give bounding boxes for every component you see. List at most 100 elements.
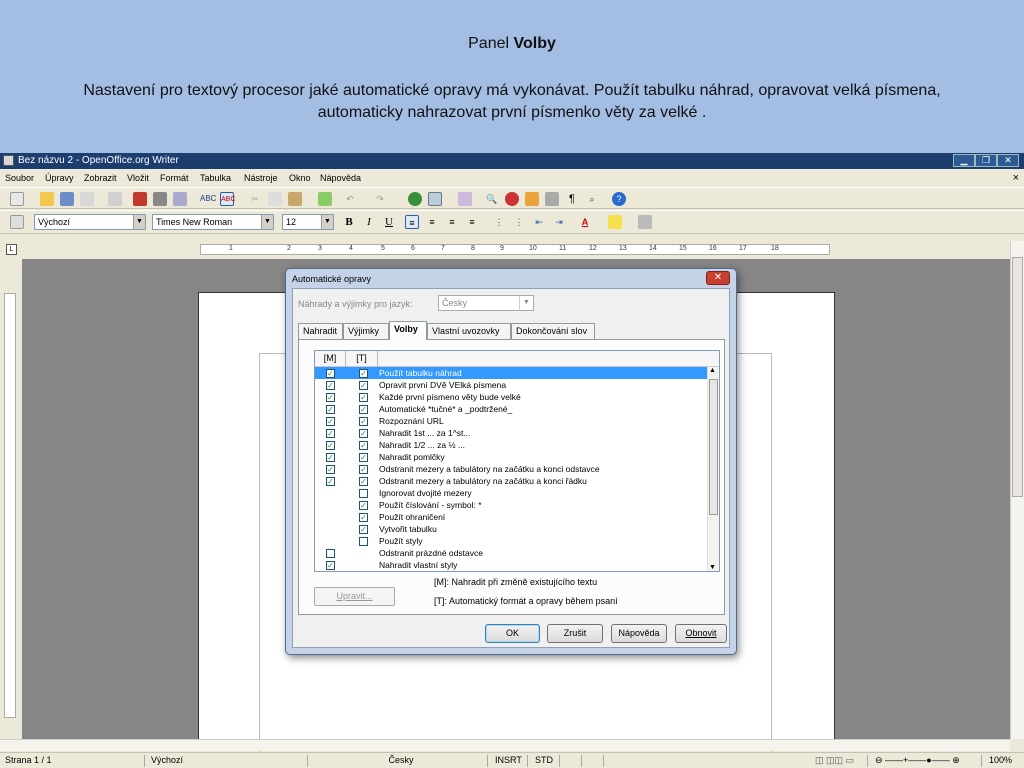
auto-spellcheck-icon[interactable]: ABC — [220, 192, 235, 206]
tab-vlastni-uvozovky[interactable]: Vlastní uvozovky — [427, 323, 511, 339]
checkbox-t[interactable]: ✓ — [359, 393, 368, 402]
copy-icon[interactable] — [268, 192, 282, 206]
page-preview-icon[interactable] — [173, 192, 187, 206]
checkbox-m[interactable]: ✓ — [326, 549, 335, 558]
highlight-icon[interactable] — [608, 215, 622, 229]
numbering-icon[interactable]: ⋮ — [492, 215, 506, 229]
option-row[interactable]: ✓ ✓ Nahradit 1/2 ... za ½ ... — [315, 439, 707, 451]
option-row[interactable]: ✓ ✓ Použít tabulku náhrad — [315, 367, 707, 379]
checkbox-m[interactable]: ✓ — [326, 417, 335, 426]
help-button[interactable]: Nápověda — [611, 624, 667, 643]
checkbox-t[interactable]: ✓ — [359, 417, 368, 426]
checkbox-m[interactable]: ✓ — [326, 465, 335, 474]
data-sources-icon[interactable] — [545, 192, 559, 206]
menu-napoveda[interactable]: Nápověda — [320, 173, 361, 183]
hyperlink-icon[interactable] — [408, 192, 422, 206]
zoom-icon[interactable]: ⌕ — [585, 192, 599, 206]
status-language[interactable]: Česky — [312, 755, 488, 767]
option-row[interactable]: ✓ ✓ Rozpoznání URL — [315, 415, 707, 427]
option-row[interactable]: ✓ Použít styly — [315, 535, 707, 547]
close-window-button[interactable]: ✕ — [997, 154, 1019, 167]
bold-icon[interactable]: B — [342, 215, 356, 229]
chevron-down-icon[interactable]: ▼ — [261, 215, 273, 229]
export-pdf-icon[interactable] — [133, 192, 147, 206]
chevron-down-icon[interactable]: ▼ — [519, 296, 533, 310]
help-icon[interactable]: ? — [612, 192, 626, 206]
option-row[interactable]: ✓ Použít číslování - symbol: * — [315, 499, 707, 511]
maximize-button[interactable]: ❐ — [975, 154, 997, 167]
close-document-icon[interactable]: × — [1013, 172, 1019, 184]
checkbox-t[interactable]: ✓ — [359, 489, 368, 498]
underline-icon[interactable]: U — [382, 215, 396, 229]
edit-button[interactable]: Upravit... — [314, 587, 395, 606]
menu-zobrazit[interactable]: Zobrazit — [84, 173, 117, 183]
checkbox-m[interactable]: ✓ — [326, 429, 335, 438]
checkbox-t[interactable]: ✓ — [359, 405, 368, 414]
menu-nastroje[interactable]: Nástroje — [244, 173, 278, 183]
checkbox-t[interactable]: ✓ — [359, 525, 368, 534]
bullets-icon[interactable]: ⋮ — [512, 215, 526, 229]
scroll-up-icon[interactable]: ▲ — [709, 367, 716, 374]
option-row[interactable]: ✓ Nahradit vlastní styly — [315, 559, 707, 571]
option-row[interactable]: ✓ ✓ Odstranit mezery a tabulátory na začát… — [315, 475, 707, 487]
tab-stop-icon[interactable]: L — [6, 244, 17, 255]
chevron-down-icon[interactable]: ▼ — [133, 215, 145, 229]
menu-format[interactable]: Formát — [160, 173, 189, 183]
view-layout-icons[interactable]: ◫ ◫◫ ▭ — [812, 755, 868, 767]
checkbox-t[interactable]: ✓ — [359, 441, 368, 450]
option-row[interactable]: ✓ Použít ohraničení — [315, 511, 707, 523]
options-scrollbar[interactable]: ▲ ▼ — [707, 367, 719, 571]
font-name-combo[interactable]: Times New Roman ▼ — [152, 214, 274, 230]
chevron-down-icon[interactable]: ▼ — [321, 215, 333, 229]
styles-icon[interactable] — [10, 215, 24, 229]
redo-icon[interactable]: ↷ — [373, 192, 387, 206]
paragraph-style-combo[interactable]: Výchozí ▼ — [34, 214, 146, 230]
font-color-icon[interactable]: A — [578, 215, 592, 229]
window-titlebar[interactable]: Bez názvu 2 - OpenOffice.org Writer ▁ ❐ … — [0, 153, 1024, 169]
menu-vlozit[interactable]: Vložit — [127, 173, 149, 183]
align-left-icon[interactable]: ≡ — [405, 215, 419, 229]
options-list[interactable]: [M] [T] ✓ ✓ Použít tabulku náhrad ✓ ✓ Opravit… — [314, 350, 720, 572]
tab-dokoncovani-slov[interactable]: Dokončování slov — [511, 323, 595, 339]
status-selection-mode[interactable]: STD — [532, 755, 560, 767]
menu-tabulka[interactable]: Tabulka — [200, 173, 231, 183]
ok-button[interactable]: OK — [485, 624, 540, 643]
find-icon[interactable]: 🔍 — [485, 192, 499, 206]
option-row[interactable]: ✓ ✓ Nahradit pomlčky — [315, 451, 707, 463]
tab-volby[interactable]: Volby — [389, 321, 427, 340]
checkbox-t[interactable]: ✓ — [359, 501, 368, 510]
spellcheck-icon[interactable]: ABC — [200, 192, 216, 206]
table-icon[interactable] — [428, 192, 442, 206]
align-center-icon[interactable]: ≡ — [425, 215, 439, 229]
options-scroll-thumb[interactable] — [709, 379, 718, 515]
undo-icon[interactable]: ↶ — [343, 192, 357, 206]
option-row[interactable]: ✓ Vytvořit tabulku — [315, 523, 707, 535]
vertical-scroll-thumb[interactable] — [1012, 257, 1023, 497]
menu-soubor[interactable]: Soubor — [5, 173, 34, 183]
justify-icon[interactable]: ≡ — [465, 215, 479, 229]
increase-indent-icon[interactable]: ⇥ — [552, 215, 566, 229]
option-row[interactable]: ✓ Odstranit prázdné odstavce — [315, 547, 707, 559]
option-row[interactable]: ✓ ✓ Každé první písmeno věty bude velké — [315, 391, 707, 403]
gallery-icon[interactable] — [525, 192, 539, 206]
tab-nahradit[interactable]: Nahradit — [298, 323, 343, 339]
tab-vyjimky[interactable]: Výjimky — [343, 323, 389, 339]
checkbox-t[interactable]: ✓ — [359, 381, 368, 390]
checkbox-m[interactable]: ✓ — [326, 405, 335, 414]
edit-file-icon[interactable] — [108, 192, 122, 206]
zoom-slider[interactable]: ⊖ ——+——●—— ⊕ — [872, 755, 982, 767]
print-icon[interactable] — [153, 192, 167, 206]
checkbox-t[interactable]: ✓ — [359, 477, 368, 486]
horizontal-scrollbar[interactable] — [0, 739, 1010, 751]
background-color-icon[interactable] — [638, 215, 652, 229]
checkbox-m[interactable]: ✓ — [326, 441, 335, 450]
checkbox-t[interactable]: ✓ — [359, 537, 368, 546]
vertical-scrollbar[interactable] — [1010, 241, 1024, 739]
status-page[interactable]: Strana 1 / 1 — [2, 755, 145, 767]
checkbox-t[interactable]: ✓ — [359, 429, 368, 438]
italic-icon[interactable]: I — [362, 215, 376, 229]
menu-upravy[interactable]: Úpravy — [45, 173, 74, 183]
checkbox-m[interactable]: ✓ — [326, 393, 335, 402]
checkbox-t[interactable]: ✓ — [359, 369, 368, 378]
reset-button[interactable]: Obnovit — [675, 624, 727, 643]
